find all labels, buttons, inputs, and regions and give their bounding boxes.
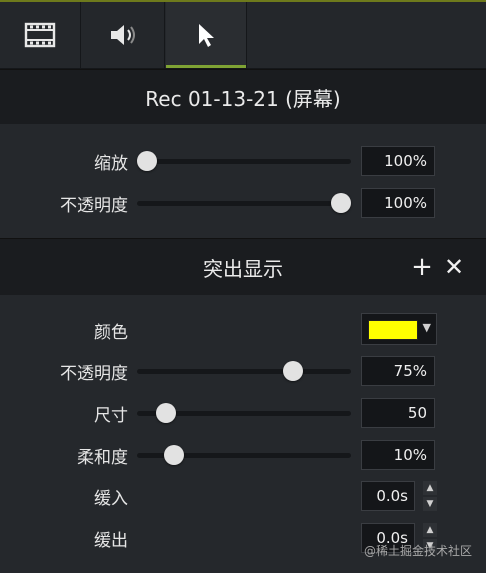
highlight-opacity-label: 不透明度	[60, 363, 128, 384]
ease-in-value-input[interactable]: 0.0s	[361, 481, 415, 511]
clip-properties-panel: 缩放 100% 不透明度 100%	[0, 124, 486, 238]
properties-tab-bar	[0, 2, 486, 69]
size-row: 尺寸 50	[0, 396, 486, 430]
softness-label: 柔和度	[77, 447, 128, 468]
size-label: 尺寸	[94, 405, 128, 426]
watermark: @稀土掘金技术社区	[363, 544, 472, 558]
ease-in-label: 缓入	[94, 488, 128, 509]
softness-slider[interactable]	[137, 445, 351, 465]
softness-row: 柔和度 10%	[0, 438, 486, 472]
highlight-opacity-slider[interactable]	[137, 361, 351, 381]
scale-slider[interactable]	[137, 151, 351, 171]
remove-effect-button[interactable]: ✕	[441, 239, 467, 295]
opacity-label: 不透明度	[60, 195, 128, 216]
opacity-slider[interactable]	[137, 193, 351, 213]
speaker-icon	[111, 25, 135, 45]
color-label: 颜色	[94, 322, 128, 343]
ease-in-row: 缓入 0.0s ▲ ▼	[0, 479, 486, 513]
chevron-down-icon: ▼	[422, 321, 431, 334]
highlight-opacity-row: 不透明度 75%	[0, 354, 486, 388]
opacity-value-input[interactable]: 100%	[361, 188, 435, 218]
softness-value-input[interactable]: 10%	[361, 440, 435, 470]
scale-value-input[interactable]: 100%	[361, 146, 435, 176]
clip-title: Rec 01-13-21 (屏幕)	[145, 86, 341, 111]
color-swatch	[368, 320, 418, 340]
close-icon: ✕	[443, 253, 465, 281]
color-picker-button[interactable]: ▼	[361, 313, 437, 345]
chevron-down-icon[interactable]: ▼	[423, 497, 437, 511]
highlight-title: 突出显示	[203, 256, 283, 281]
highlight-properties-panel: 颜色 ▼ 不透明度 75% 尺寸 50 柔和度 10% 缓入 0.0s ▲ ▼	[0, 295, 486, 573]
clip-title-header: Rec 01-13-21 (屏幕)	[0, 69, 486, 125]
tab-cursor-properties[interactable]	[166, 2, 247, 68]
size-value-input[interactable]: 50	[361, 398, 435, 428]
color-row: 颜色 ▼	[0, 313, 486, 347]
scale-slider-knob[interactable]	[137, 151, 157, 171]
ease-in-stepper[interactable]: ▲ ▼	[423, 481, 437, 511]
highlight-header: 突出显示 + ✕	[0, 238, 486, 296]
scale-label: 缩放	[94, 153, 128, 174]
add-effect-button[interactable]: +	[409, 239, 435, 295]
opacity-row: 不透明度 100%	[0, 186, 486, 220]
tab-visual-properties[interactable]	[0, 2, 81, 68]
size-slider-knob[interactable]	[156, 403, 177, 423]
tab-audio-properties[interactable]	[84, 2, 165, 68]
chevron-up-icon[interactable]: ▲	[423, 481, 437, 495]
ease-out-label: 缓出	[94, 530, 128, 551]
film-icon	[24, 22, 56, 48]
size-slider[interactable]	[137, 403, 351, 423]
plus-icon: +	[411, 252, 433, 282]
cursor-icon	[199, 24, 214, 47]
highlight-opacity-value-input[interactable]: 75%	[361, 356, 435, 386]
scale-row: 缩放 100%	[0, 144, 486, 178]
opacity-slider-knob[interactable]	[331, 193, 351, 213]
chevron-up-icon[interactable]: ▲	[423, 523, 437, 537]
highlight-opacity-slider-knob[interactable]	[282, 361, 303, 381]
softness-slider-knob[interactable]	[164, 445, 185, 465]
